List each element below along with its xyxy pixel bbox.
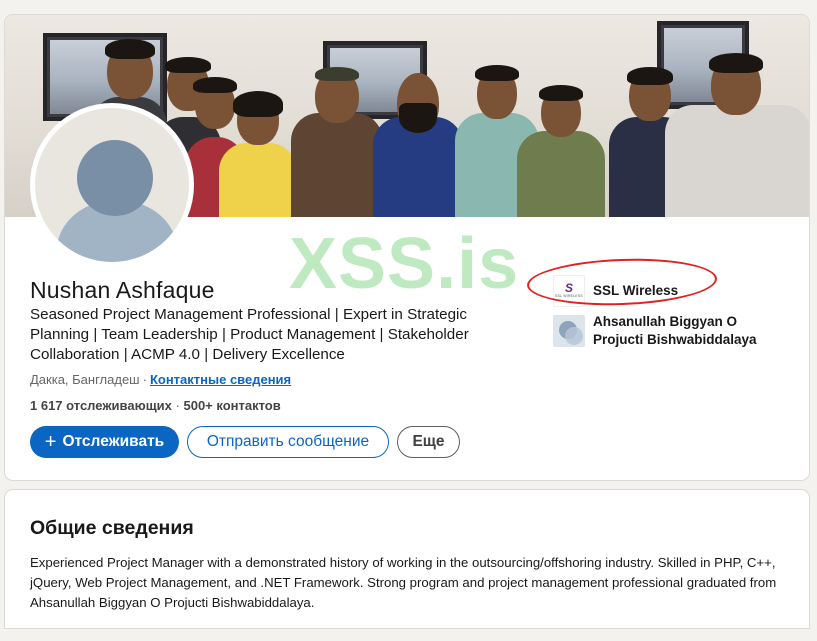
current-company-ssl-wireless[interactable]: S SSL WIRELESS SSL Wireless (553, 275, 678, 307)
about-text: Experienced Project Manager with a demon… (30, 555, 777, 610)
profile-card: XSS.is Nushan Ashfaque Seasoned Project … (4, 14, 810, 481)
person-figure (517, 85, 605, 217)
person-figure (665, 53, 809, 217)
profile-photo[interactable] (30, 103, 194, 267)
profile-name: Nushan Ashfaque (30, 277, 215, 303)
profile-headline: Seasoned Project Management Professional… (30, 306, 469, 363)
ssl-wireless-logo-icon: S SSL WIRELESS (553, 275, 585, 307)
more-button[interactable]: Еще (397, 426, 460, 458)
separator-dot: · (142, 372, 147, 387)
connections-count[interactable]: 500+ контактов (183, 398, 280, 413)
default-avatar-icon (35, 108, 189, 262)
person-figure (291, 67, 383, 217)
plus-icon: + (44, 431, 57, 453)
education-university[interactable]: Ahsanullah Biggyan O Projucti Bishwabidd… (553, 313, 763, 349)
message-button-label: Отправить сообщение (206, 433, 370, 450)
more-button-label: Еще (412, 433, 445, 450)
location-row: Дакка, Бангладеш · Контактные сведения (30, 372, 291, 387)
followers-count: 1 617 отслеживающих (30, 398, 172, 413)
watermark-text: XSS.is (289, 224, 520, 304)
contact-info-link[interactable]: Контактные сведения (150, 372, 291, 387)
network-stats: 1 617 отслеживающих · 500+ контактов (30, 398, 281, 413)
location-text: Дакка, Бангладеш (30, 372, 140, 387)
person-figure (219, 91, 297, 217)
message-button[interactable]: Отправить сообщение (187, 426, 389, 458)
person-figure (373, 73, 463, 217)
about-title: Общие сведения (30, 517, 194, 539)
university-logo-icon (553, 315, 585, 347)
follow-button-label: Отслеживать (62, 433, 165, 450)
stats-separator: · (175, 398, 180, 413)
about-section: Общие сведения Experienced Project Manag… (4, 489, 810, 629)
university-name: Ahsanullah Biggyan O Projucti Bishwabidd… (593, 314, 757, 347)
company-name: SSL Wireless (593, 283, 679, 298)
follow-button[interactable]: + Отслеживать (30, 426, 179, 458)
